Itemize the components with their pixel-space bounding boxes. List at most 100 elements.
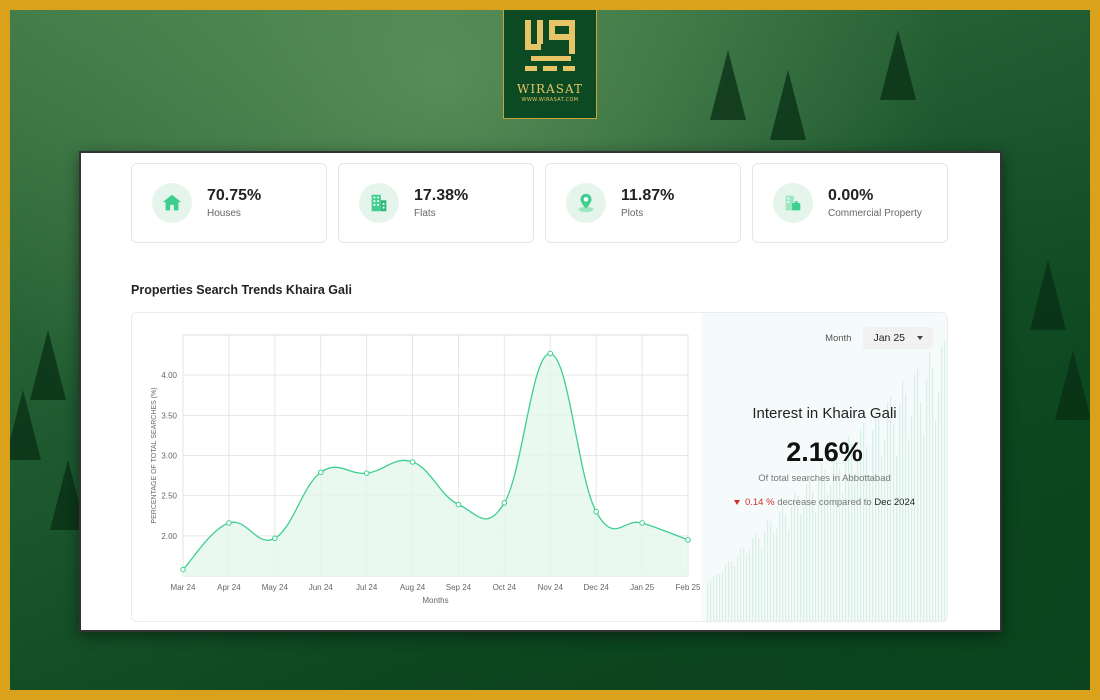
- background-bar: [737, 556, 739, 621]
- interest-title: Interest in Khaira Gali: [752, 405, 897, 422]
- background-bar: [761, 548, 763, 621]
- office-building-icon: [773, 183, 813, 223]
- data-point: [272, 535, 278, 542]
- x-tick-label: Jan 25: [630, 583, 655, 592]
- background-bar: [734, 565, 736, 621]
- brand-name: WIRASAT: [516, 82, 583, 96]
- x-tick-label: Jun 24: [309, 583, 334, 592]
- background-bar: [728, 561, 730, 621]
- change-value: 0.14 %: [744, 497, 775, 508]
- data-point: [409, 459, 416, 465]
- background-bar: [758, 537, 760, 621]
- building-icon: [359, 183, 399, 223]
- change-summary: 0.14 % decrease compared to Dec 2024: [702, 497, 947, 508]
- background-bar: [887, 401, 889, 621]
- arrow-down-icon: [733, 499, 740, 505]
- series-area: [183, 353, 688, 576]
- background-bar: [812, 491, 814, 621]
- background-bar: [749, 550, 751, 621]
- background-bar: [785, 514, 787, 621]
- interest-subtitle: Of total searches in Abbottabad: [758, 473, 891, 484]
- interest-sidebar: Month Jan 25 Interest in Khaira Gali 2.1…: [702, 313, 947, 621]
- x-tick-label: Feb 25: [676, 583, 701, 592]
- trends-panel: 70.75% Houses 17.38% Flats 11.87% Plots …: [79, 151, 1002, 632]
- background-bar: [707, 583, 709, 621]
- x-tick-label: Oct 24: [493, 583, 517, 592]
- trend-chart: 2.00 2.50 3.00 3.50 4.00 Mar 24 Apr 24 May 24 Ju…: [151, 334, 701, 605]
- background-bar: [890, 395, 892, 621]
- tree-decoration: [1030, 260, 1066, 330]
- background-bar: [788, 530, 790, 621]
- y-axis-label: PERCENTAGE OF TOTAL SEARCHES (%): [151, 387, 158, 523]
- tree-decoration: [880, 30, 916, 100]
- tree-decoration: [10, 390, 41, 460]
- background-bar: [794, 492, 796, 621]
- tree-decoration: [770, 70, 806, 140]
- y-tick-label: 2.00: [161, 532, 177, 541]
- y-tick-label: 2.50: [161, 492, 177, 501]
- stat-value: 11.87%: [621, 187, 675, 204]
- background-bar: [821, 464, 823, 621]
- stat-label: Houses: [207, 208, 241, 219]
- background-bar: [797, 495, 799, 621]
- section-title: Properties Search Trends Khaira Gali: [131, 283, 352, 297]
- background-bar: [716, 574, 718, 621]
- data-point: [593, 508, 599, 515]
- wirasat-logo[interactable]: WIRASAT WWW.WIRASAT.COM: [503, 10, 597, 119]
- stats-row: 70.75% Houses 17.38% Flats 11.87% Plots …: [131, 163, 948, 243]
- map-pin-icon: [566, 183, 606, 223]
- background-bar: [800, 513, 802, 621]
- trends-chart-card: 2.00 2.50 3.00 3.50 4.00 Mar 24 Apr 24 May 24 Ju…: [131, 312, 948, 622]
- data-point: [501, 500, 508, 506]
- x-tick-label: Jul 24: [356, 583, 378, 592]
- background-bar: [782, 505, 784, 621]
- background-bar: [752, 538, 754, 621]
- stat-card-flats: 17.38% Flats: [338, 163, 534, 243]
- background-bar: [767, 520, 769, 621]
- background-bar: [779, 511, 781, 621]
- background-bar: [851, 443, 853, 621]
- logo-mark-icon: [525, 20, 575, 71]
- compare-month: Dec 2024: [874, 497, 916, 508]
- background-bar: [824, 469, 826, 621]
- data-point: [639, 520, 645, 526]
- background-bar: [755, 533, 757, 621]
- stat-value: 70.75%: [207, 187, 262, 204]
- background-bar: [731, 561, 733, 621]
- stat-value: 0.00%: [828, 187, 874, 204]
- change-text: decrease compared to: [777, 497, 872, 508]
- background-bar: [710, 580, 712, 621]
- tree-decoration: [710, 50, 746, 120]
- stat-label: Flats: [414, 208, 436, 219]
- x-axis-label: Months: [422, 596, 448, 605]
- background-bar: [776, 528, 778, 621]
- data-point: [226, 520, 232, 526]
- month-select[interactable]: Jan 25: [863, 327, 933, 349]
- stat-card-plots: 11.87% Plots: [545, 163, 741, 243]
- x-tick-label: Dec 24: [584, 583, 610, 592]
- background-bar: [773, 533, 775, 621]
- stat-value: 17.38%: [414, 187, 469, 204]
- x-tick-label: May 24: [262, 583, 289, 592]
- x-tick-label: Sep 24: [446, 583, 472, 592]
- background-bar: [764, 531, 766, 621]
- chevron-down-icon: [917, 336, 923, 340]
- background-bar: [791, 506, 793, 621]
- data-point: [685, 537, 691, 543]
- background-bar: [746, 553, 748, 621]
- stat-card-houses: 70.75% Houses: [131, 163, 327, 243]
- background-bar: [719, 573, 721, 621]
- stat-card-commercial: 0.00% Commercial Property: [752, 163, 948, 243]
- data-point: [547, 350, 554, 357]
- background-bar: [803, 507, 805, 621]
- data-point: [363, 470, 370, 476]
- x-tick-label: Apr 24: [217, 583, 241, 592]
- background-bar: [740, 548, 742, 621]
- y-tick-label: 4.00: [161, 371, 177, 380]
- background-bar: [725, 565, 727, 621]
- background-bar: [743, 547, 745, 621]
- background-bar: [722, 571, 724, 621]
- brand-url: WWW.WIRASAT.COM: [521, 97, 579, 103]
- background-bar: [827, 494, 829, 621]
- interest-value: 2.16%: [786, 437, 863, 467]
